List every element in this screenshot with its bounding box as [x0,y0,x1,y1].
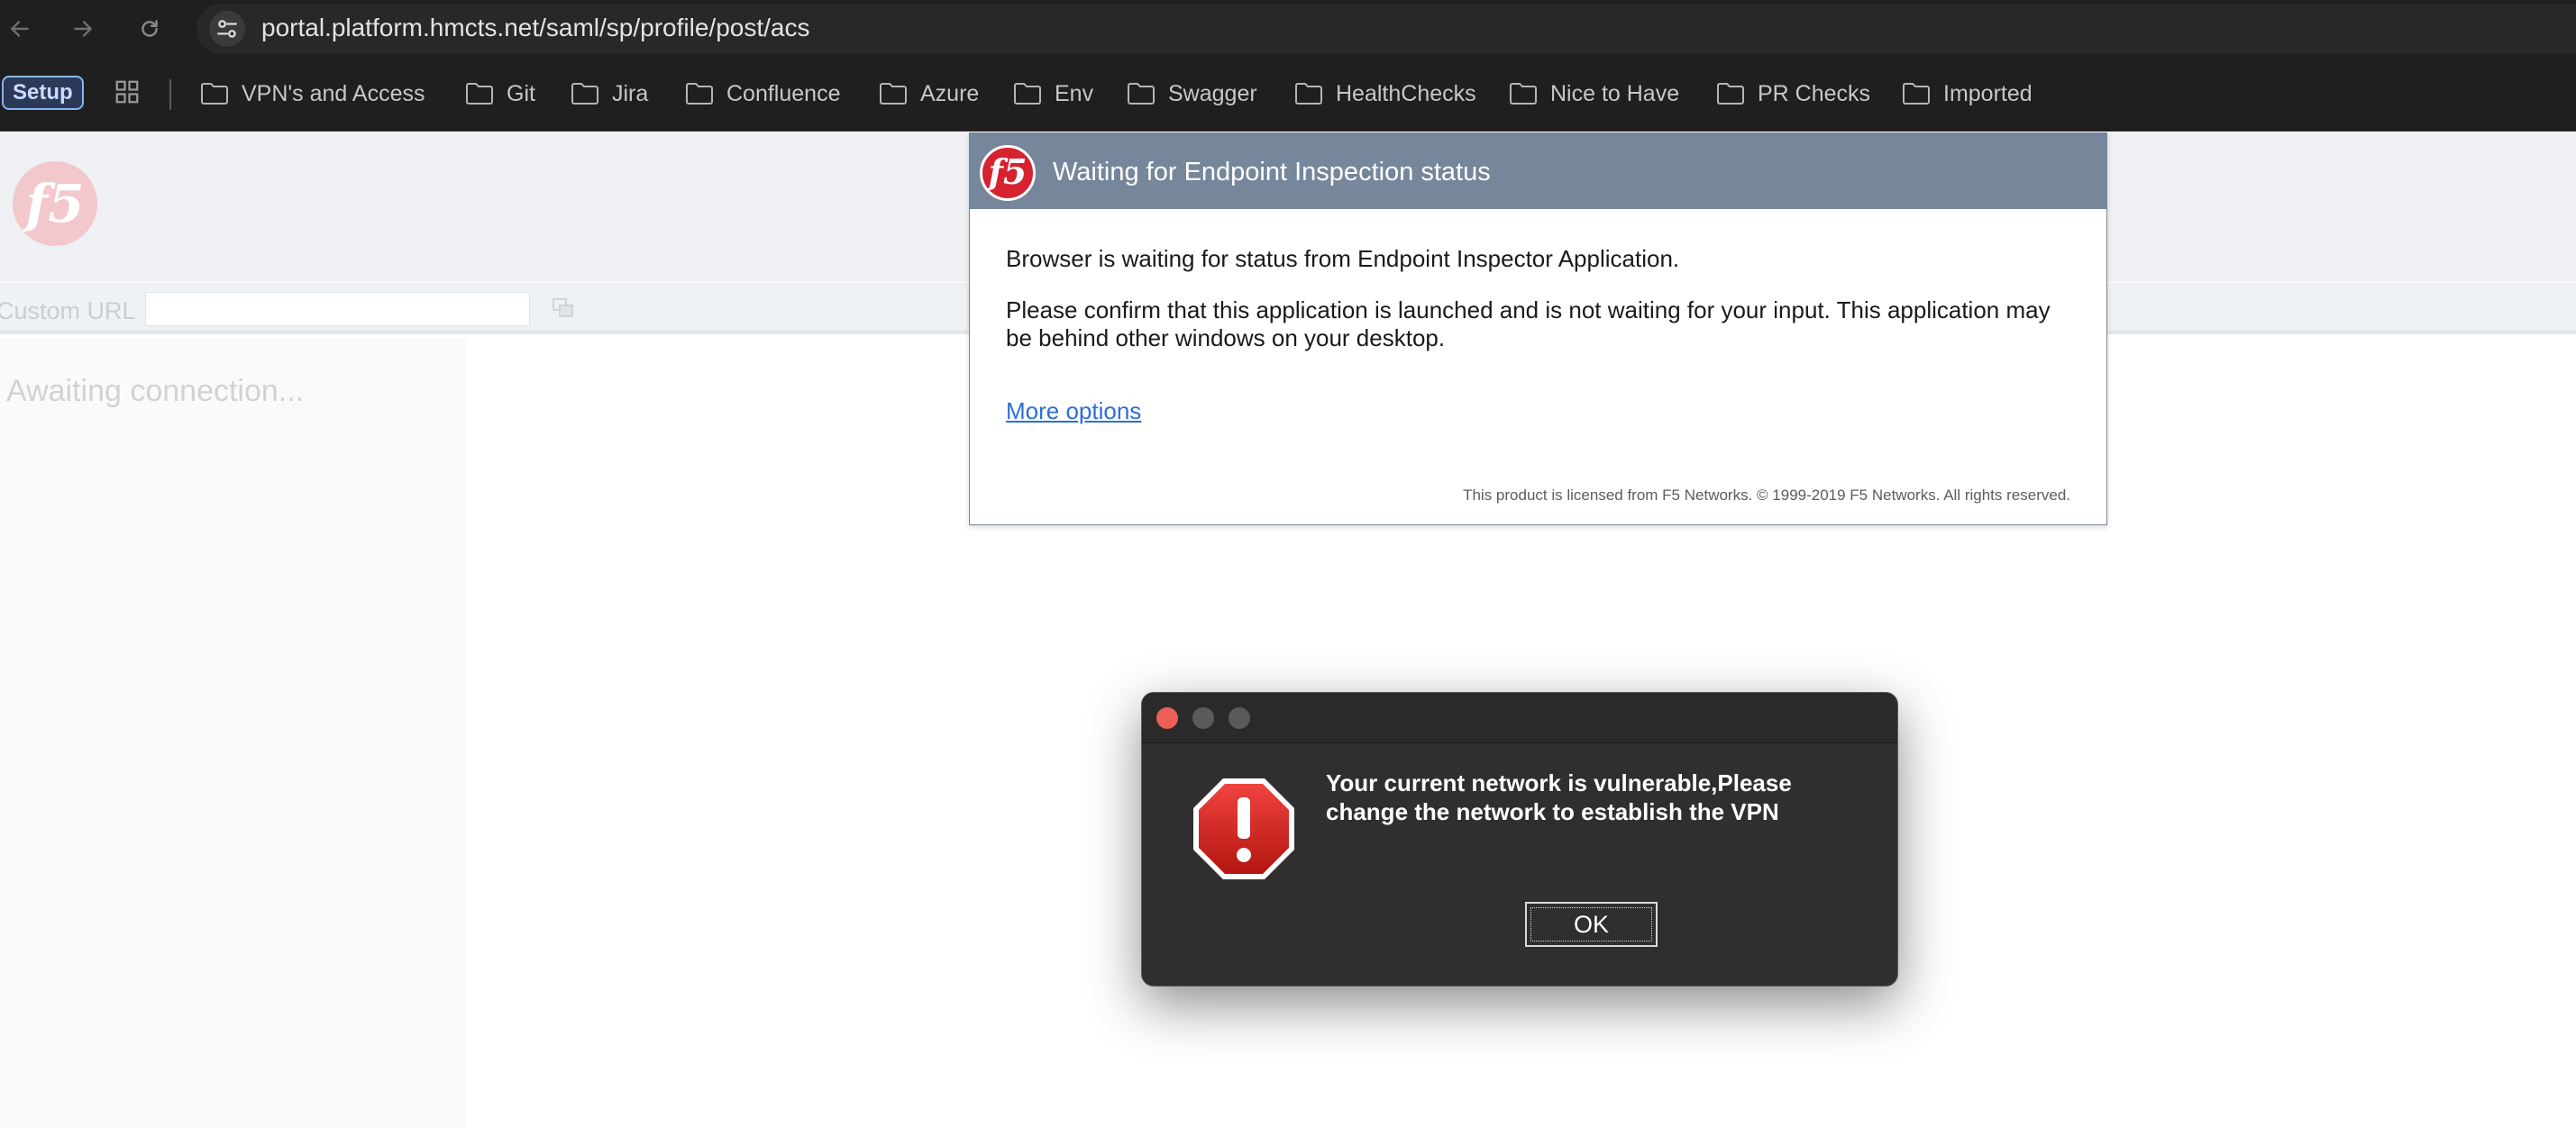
bookmark-label: Git [507,80,535,106]
arrow-right-icon [74,21,92,37]
ok-button[interactable]: OK [1525,902,1658,947]
folder-icon [1295,83,1322,105]
folder-icon [1510,83,1537,105]
endpoint-inspection-dialog: f5 Waiting for Endpoint Inspection statu… [969,132,2107,525]
custom-url-go-icon[interactable] [552,297,575,319]
ok-label: OK [1573,910,1609,938]
bookmark-label: Imported [1943,80,2032,106]
stop-warning-icon [1191,776,1297,882]
window-zoom-button [1229,707,1250,729]
license-footer: This product is licensed from F5 Network… [1463,487,2070,504]
folder-icon [880,83,907,105]
tune-icon [217,20,237,38]
bookmark-folder-imported[interactable]: Imported [1902,77,2032,110]
arrow-left-icon [11,21,29,37]
address-bar[interactable]: portal.platform.hmcts.net/saml/sp/profil… [196,4,2576,54]
f5-logo: f5 [13,161,97,246]
dialog-title: Waiting for Endpoint Inspection status [1053,158,1491,186]
reload-button[interactable] [132,13,168,45]
bookmark-folder-azure[interactable]: Azure [879,77,979,110]
forward-button[interactable] [65,13,101,45]
bookmark-folder-vpns-and-access[interactable]: VPN's and Access [200,77,425,110]
folder-icon [1128,83,1155,105]
setup-bookmark[interactable]: Setup [2,76,84,110]
reload-icon [142,20,158,37]
custom-url-input[interactable] [145,292,530,326]
url-text[interactable]: portal.platform.hmcts.net/saml/sp/profil… [261,14,809,42]
setup-label: Setup [13,80,73,105]
folder-icon [571,83,598,105]
dialog-message-status: Browser is waiting for status from Endpo… [1006,245,1680,272]
custom-url-label: Custom URL [0,297,136,324]
bookmarks-bar: Setup VPN's and Access Git Jira Confluen… [0,58,2576,132]
browser-toolbar: portal.platform.hmcts.net/saml/sp/profil… [0,0,2576,58]
bookmark-label: HealthChecks [1336,80,1476,106]
connection-pane: Awaiting connection... [0,338,467,1128]
site-info-button[interactable] [209,11,245,47]
bookmark-folder-jira[interactable]: Jira [571,77,648,110]
dialog-header: f5 Waiting for Endpoint Inspection statu… [970,133,2106,209]
f5-logo-text: f5 [25,173,85,234]
bookmark-label: Azure [920,80,980,106]
bookmark-folder-env[interactable]: Env [1013,77,1093,110]
bookmark-folder-healthchecks[interactable]: HealthChecks [1294,77,1476,110]
bookmark-label: Jira [612,80,649,106]
f5-logo-icon: f5 [980,145,1036,201]
connection-status: Awaiting connection... [6,374,305,408]
back-button[interactable] [2,13,38,45]
window-close-button[interactable] [1156,707,1178,729]
folder-icon [466,83,493,105]
apps-grid-icon[interactable] [114,78,141,110]
alert-titlebar [1142,693,1897,743]
f5-logo-text: f5 [988,150,1028,192]
more-options-link[interactable]: More options [1006,397,1141,425]
bookmark-label: Env [1055,80,1094,106]
folder-icon [686,83,713,105]
folder-icon [201,83,228,105]
bookmarks-divider [169,79,171,110]
bookmark-folder-git[interactable]: Git [465,77,535,110]
dialog-message-instructions: Please confirm that this application is … [1006,296,2051,351]
bookmark-folder-confluence[interactable]: Confluence [685,77,840,110]
folder-icon [1014,83,1041,105]
bookmark-label: Nice to Have [1550,80,1680,106]
folder-icon [1717,83,1744,105]
bookmark-folder-swagger[interactable]: Swagger [1127,77,1257,110]
bookmark-folder-pr-checks[interactable]: PR Checks [1716,77,1870,110]
bookmark-label: VPN's and Access [242,80,425,106]
bookmark-label: PR Checks [1758,80,1871,106]
window-minimize-button [1192,707,1214,729]
network-alert-dialog: Your current network is vulnerable,Pleas… [1141,692,1898,987]
alert-message: Your current network is vulnerable,Pleas… [1326,769,1792,825]
folder-icon [1903,83,1930,105]
bookmark-label: Swagger [1168,80,1257,106]
bookmark-folder-nice-to-have[interactable]: Nice to Have [1509,77,1679,110]
bookmark-label: Confluence [726,80,841,106]
